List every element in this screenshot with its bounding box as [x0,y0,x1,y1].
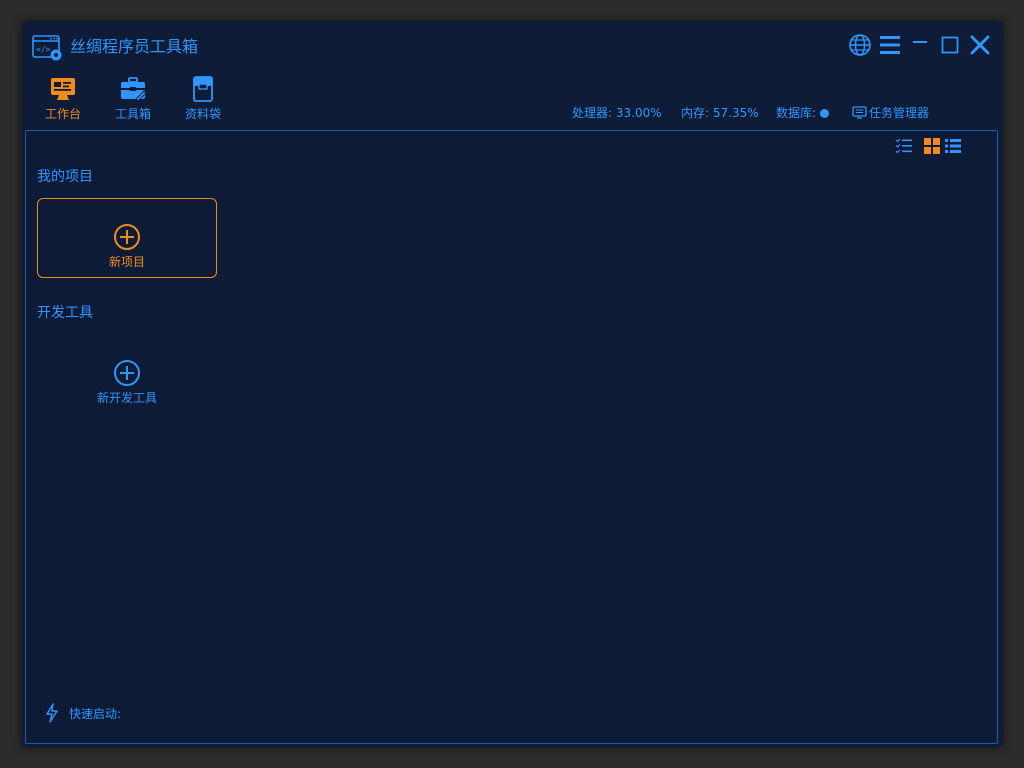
database-status: 数据库: [776,105,830,121]
tools-section-title: 开发工具 [37,305,93,321]
main-content-panel: 我的项目 新项目 开发工具 新开发工具 快速启动: [25,130,998,744]
task-manager-icon [852,106,867,119]
document-bag-icon [189,75,217,103]
workbench-monitor-icon [49,75,77,103]
database-indicator-dot [820,109,830,118]
tab-document-bag[interactable]: 资料袋 [178,75,228,121]
quick-launch: 快速启动: [45,703,121,723]
hamburger-menu-icon[interactable] [878,33,902,57]
tab-toolbox[interactable]: 工具箱 [108,75,158,121]
app-window: </> 丝绸程序员工具箱 工作台 工具箱 资料袋 处理器: 33.00% 内存:… [22,21,1003,747]
plus-circle-icon [113,359,141,387]
svg-text:</>: </> [36,45,51,54]
tab-document-bag-label: 资料袋 [184,107,221,121]
tab-workbench[interactable]: 工作台 [38,75,88,121]
task-manager-button[interactable]: 任务管理器 [852,105,929,121]
maximize-icon[interactable] [938,33,962,57]
plus-circle-icon [113,223,141,251]
toolbox-icon [119,75,147,103]
database-label: 数据库: [776,106,817,120]
projects-section-title: 我的项目 [37,169,93,185]
minimize-icon[interactable] [908,33,932,57]
code-window-gear-icon: </> [32,34,63,62]
lightning-icon [46,703,58,723]
memory-status: 内存: 57.35% [681,106,759,120]
task-manager-label: 任务管理器 [869,106,930,120]
new-project-label: 新项目 [108,255,145,269]
app-title: 丝绸程序员工具箱 [70,37,199,56]
cpu-status: 处理器: 33.00% [572,106,662,120]
tab-toolbox-label: 工具箱 [114,107,151,121]
grid-view-icon[interactable] [923,137,941,155]
tab-workbench-label: 工作台 [44,107,81,121]
close-icon[interactable] [968,33,992,57]
list-view-icon[interactable] [944,137,962,155]
checklist-icon[interactable] [895,137,913,155]
new-dev-tool-button[interactable]: 新开发工具 [37,334,217,414]
globe-icon[interactable] [848,33,872,57]
new-dev-tool-label: 新开发工具 [96,391,157,405]
quick-launch-label: 快速启动: [69,707,122,721]
new-project-button[interactable]: 新项目 [37,198,217,278]
